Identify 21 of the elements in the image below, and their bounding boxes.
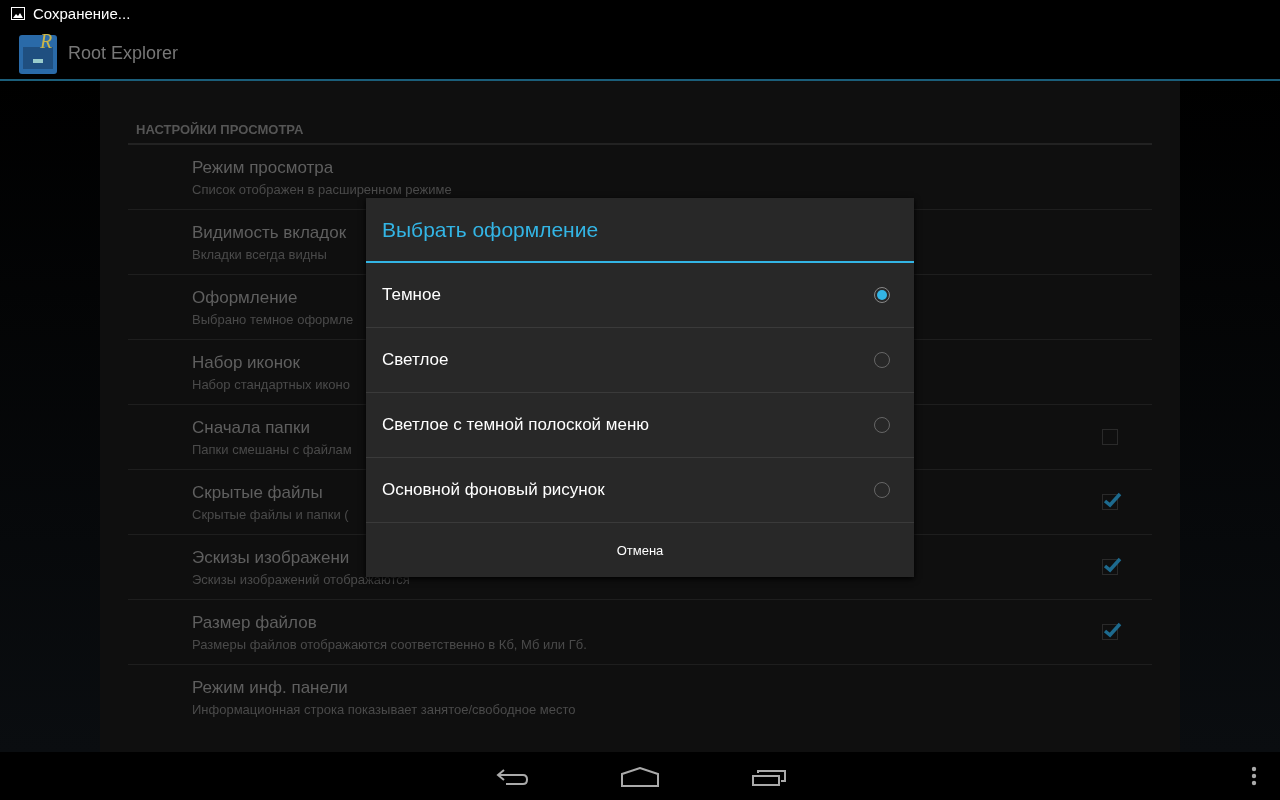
section-header: НАСТРОЙКИ ПРОСМОТРА (128, 114, 1152, 145)
setting-title: Оформление (192, 288, 298, 308)
setting-summary: Набор стандартных иконо (192, 377, 350, 392)
setting-title: Видимость вкладок (192, 223, 347, 243)
notification-text: Сохранение... (33, 5, 131, 22)
setting-summary: Размеры файлов отображаются соответственно в Кб, Мб или Гб. (192, 637, 587, 652)
setting-title: Эскизы изображени (192, 548, 350, 568)
setting-title: Режим просмотра (192, 158, 334, 178)
setting-summary: Вкладки всегда видны (192, 247, 327, 262)
setting-summary: Информационная строка показывает занятое/свободное место (192, 702, 576, 717)
setting-summary: Выбрано темное оформле (192, 312, 354, 327)
app-title: Root Explorer (68, 42, 179, 64)
setting-summary: Папки смешаны с файлам (192, 442, 352, 457)
setting-summary: Список отображен в расширенном режиме (192, 182, 452, 197)
setting-title: Набор иконок (192, 353, 300, 373)
setting-title: Режим инф. панели (192, 678, 348, 698)
setting-title: Сначала папки (192, 418, 310, 438)
setting-title: Размер файлов (192, 613, 317, 633)
setting-title: Скрытые файлы (192, 483, 323, 503)
dialog-title: Выбрать оформление (366, 198, 914, 263)
setting-summary: Эскизы изображений отображаются (192, 572, 410, 587)
